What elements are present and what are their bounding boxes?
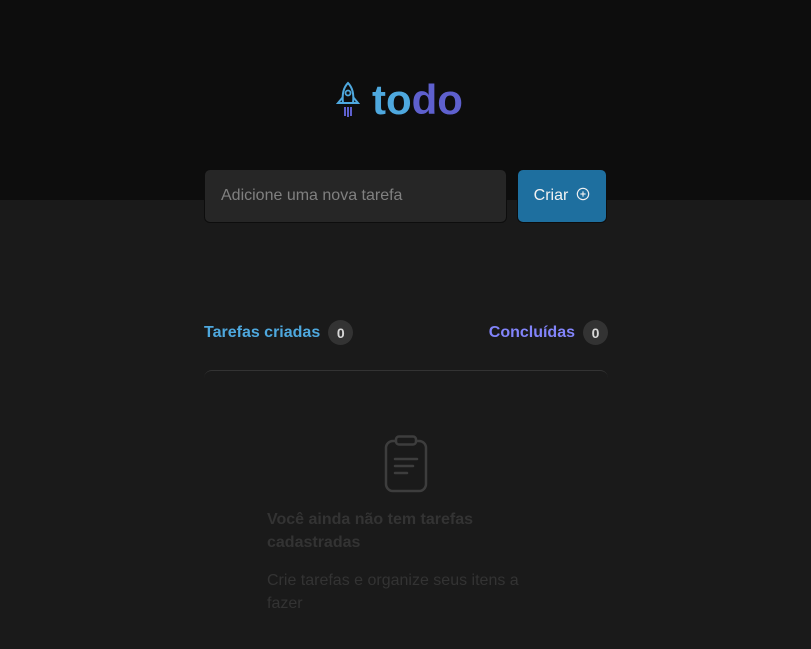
done-counter: Concluídas 0	[489, 320, 608, 345]
task-counters: Tarefas criadas 0 Concluídas 0	[204, 320, 608, 345]
logo-text-do: do	[411, 76, 463, 123]
logo-text-to: to	[372, 76, 412, 123]
clipboard-icon	[384, 435, 428, 498]
plus-circle-icon	[576, 187, 590, 206]
created-label: Tarefas criadas	[204, 323, 321, 341]
created-count-badge: 0	[328, 320, 354, 345]
logo: todo	[336, 76, 463, 124]
logo-text: todo	[372, 76, 463, 124]
done-count-badge: 0	[583, 320, 608, 345]
empty-state-subtitle: Crie tarefas e organize seus itens a faz…	[267, 572, 519, 612]
create-button[interactable]: Criar	[517, 169, 607, 223]
create-button-label: Criar	[533, 187, 569, 204]
new-task-form: Criar	[204, 169, 607, 223]
created-counter: Tarefas criadas 0	[204, 320, 354, 345]
empty-state-title: Você ainda não tem tarefas cadastradas	[267, 511, 473, 551]
done-label: Concluídas	[488, 323, 575, 341]
empty-state: Você ainda não tem tarefas cadastradas C…	[204, 370, 608, 649]
new-task-input[interactable]	[204, 169, 507, 223]
rocket-icon	[336, 81, 360, 119]
